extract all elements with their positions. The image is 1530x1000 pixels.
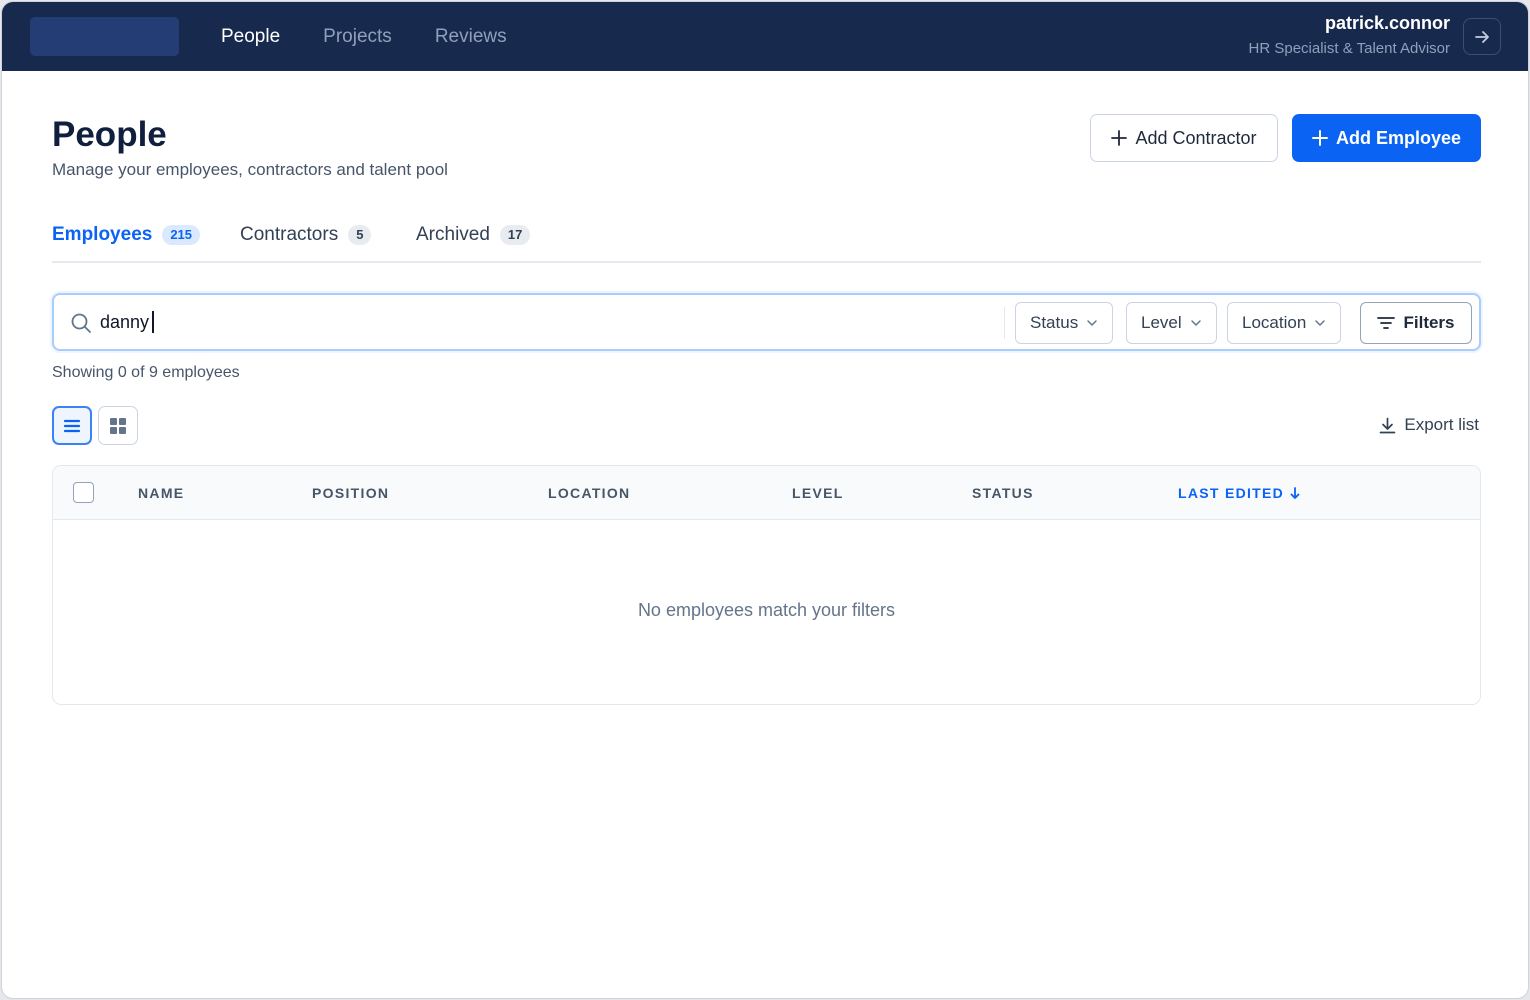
- column-header-location[interactable]: LOCATION: [548, 485, 630, 501]
- filter-lines-icon: [1377, 317, 1396, 329]
- tab-label: Employees: [52, 224, 153, 245]
- table-header: NAME POSITION LOCATION LEVEL STATUS LAST…: [53, 466, 1480, 520]
- level-dropdown-label: Level: [1141, 313, 1182, 332]
- status-dropdown-label: Status: [1030, 313, 1079, 332]
- search-input[interactable]: [100, 307, 950, 337]
- app-window: People Projects Reviews patrick.connor H…: [1, 1, 1529, 999]
- user-info: patrick.connor HR Specialist & Talent Ad…: [1249, 13, 1450, 57]
- list-icon: [63, 419, 81, 432]
- main-nav: People Projects Reviews: [221, 2, 507, 71]
- tab-archived[interactable]: Archived 17: [416, 224, 531, 246]
- chevron-down-icon: [1190, 320, 1201, 326]
- list-view-toggle[interactable]: [52, 406, 92, 445]
- text-caret: [152, 311, 154, 333]
- divider: [1004, 307, 1005, 339]
- column-header-name[interactable]: NAME: [138, 485, 184, 501]
- location-dropdown-label: Location: [1242, 313, 1307, 332]
- nav-people[interactable]: People: [221, 26, 280, 48]
- export-list-label: Export list: [1404, 415, 1479, 434]
- top-navbar: People Projects Reviews patrick.connor H…: [2, 2, 1528, 71]
- logout-button[interactable]: [1463, 18, 1501, 55]
- column-header-level[interactable]: LEVEL: [792, 485, 844, 501]
- search-filter-bar: Status Level Location Filters: [52, 293, 1481, 351]
- tab-contractors[interactable]: Contractors 5: [240, 224, 372, 246]
- column-header-position[interactable]: POSITION: [312, 485, 389, 501]
- add-contractor-label: Add Contractor: [1135, 127, 1257, 148]
- last-edited-label: LAST EDITED: [1178, 485, 1285, 501]
- level-dropdown[interactable]: Level: [1126, 302, 1217, 344]
- nav-projects[interactable]: Projects: [323, 26, 392, 48]
- employees-table: NAME POSITION LOCATION LEVEL STATUS LAST…: [52, 465, 1481, 705]
- chevron-down-icon: [1087, 320, 1097, 326]
- user-role: HR Specialist & Talent Advisor: [1248, 40, 1450, 57]
- plus-icon: [1311, 130, 1328, 146]
- filters-button[interactable]: Filters: [1360, 302, 1472, 344]
- column-header-status[interactable]: STATUS: [972, 485, 1034, 501]
- add-employee-label: Add Employee: [1335, 127, 1462, 148]
- results-count: Showing 0 of 9 employees: [52, 364, 240, 381]
- count-badge: 215: [162, 225, 201, 245]
- page-title: People: [52, 115, 167, 154]
- grid-icon: [110, 417, 126, 434]
- people-tabs: Employees 215 Contractors 5 Archived 17: [52, 224, 1481, 263]
- select-all-checkbox[interactable]: [73, 482, 94, 503]
- user-name: patrick.connor: [1324, 13, 1450, 33]
- count-badge: 17: [499, 225, 531, 245]
- column-header-last-edited[interactable]: LAST EDITED: [1178, 485, 1300, 501]
- tab-label: Archived: [416, 224, 490, 245]
- location-dropdown[interactable]: Location: [1227, 302, 1342, 344]
- add-employee-button[interactable]: Add Employee: [1292, 114, 1481, 162]
- tab-label: Contractors: [240, 224, 339, 245]
- chevron-down-icon: [1315, 320, 1326, 326]
- nav-reviews[interactable]: Reviews: [435, 26, 507, 48]
- plus-icon: [1111, 130, 1128, 146]
- tab-employees[interactable]: Employees 215: [52, 224, 201, 246]
- count-badge: 5: [348, 225, 372, 245]
- add-contractor-button[interactable]: Add Contractor: [1090, 114, 1278, 162]
- arrow-right-icon: [1475, 30, 1489, 43]
- search-icon: [71, 313, 91, 333]
- status-dropdown[interactable]: Status: [1015, 302, 1114, 344]
- company-logo[interactable]: [30, 17, 179, 56]
- grid-view-toggle[interactable]: [98, 406, 138, 445]
- export-list-button[interactable]: Export list: [1379, 415, 1479, 435]
- page-subtitle: Manage your employees, contractors and t…: [52, 160, 448, 179]
- filters-label: Filters: [1403, 313, 1455, 332]
- download-icon: [1380, 417, 1396, 433]
- empty-state-message: No employees match your filters: [637, 600, 896, 620]
- arrow-down-icon: [1290, 487, 1300, 499]
